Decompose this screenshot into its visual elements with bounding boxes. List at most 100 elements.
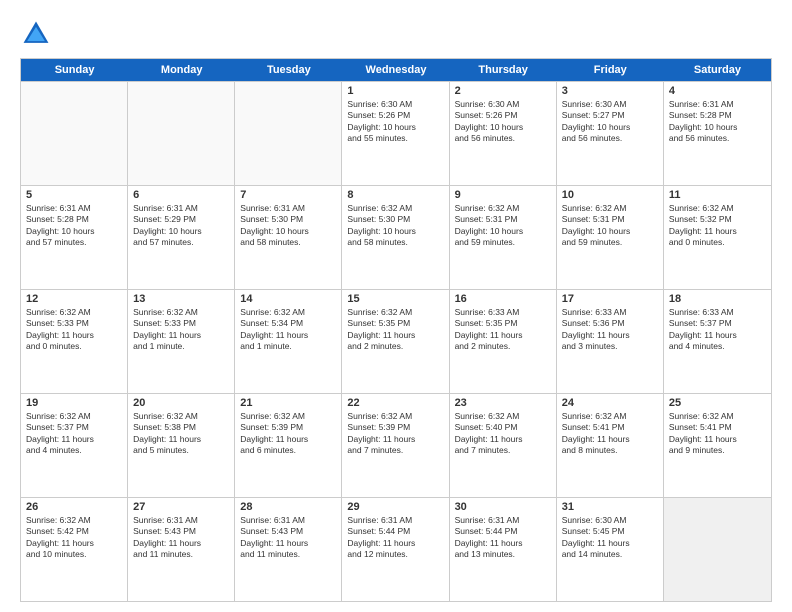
cell-line: and 12 minutes. (347, 549, 443, 560)
cell-line: Sunset: 5:41 PM (562, 422, 658, 433)
cell-line: and 58 minutes. (240, 237, 336, 248)
cell-line: Sunset: 5:44 PM (347, 526, 443, 537)
day-number: 22 (347, 397, 443, 409)
day-number: 25 (669, 397, 766, 409)
cell-line: and 10 minutes. (26, 549, 122, 560)
day-number: 30 (455, 501, 551, 513)
cell-line: Sunset: 5:39 PM (347, 422, 443, 433)
cell-line: Sunset: 5:30 PM (240, 214, 336, 225)
cell-line: Sunrise: 6:31 AM (240, 203, 336, 214)
header-day-friday: Friday (557, 59, 664, 81)
cal-cell-11: 11Sunrise: 6:32 AMSunset: 5:32 PMDayligh… (664, 186, 771, 289)
cell-line: Sunrise: 6:30 AM (562, 99, 658, 110)
cell-line: and 3 minutes. (562, 341, 658, 352)
cell-line: Sunrise: 6:31 AM (240, 515, 336, 526)
cell-line: and 56 minutes. (669, 133, 766, 144)
cell-line: Sunrise: 6:30 AM (562, 515, 658, 526)
cell-line: Sunrise: 6:32 AM (26, 307, 122, 318)
cell-line: Sunset: 5:37 PM (669, 318, 766, 329)
logo-icon (20, 18, 52, 50)
cell-line: Sunset: 5:36 PM (562, 318, 658, 329)
cal-cell-3: 3Sunrise: 6:30 AMSunset: 5:27 PMDaylight… (557, 82, 664, 185)
day-number: 5 (26, 189, 122, 201)
cell-line: Daylight: 11 hours (562, 434, 658, 445)
cell-line: and 56 minutes. (455, 133, 551, 144)
cell-line: Sunrise: 6:31 AM (669, 99, 766, 110)
cal-cell-empty-0-0 (21, 82, 128, 185)
cell-line: Sunrise: 6:32 AM (347, 307, 443, 318)
header-day-sunday: Sunday (21, 59, 128, 81)
cal-cell-5: 5Sunrise: 6:31 AMSunset: 5:28 PMDaylight… (21, 186, 128, 289)
day-number: 14 (240, 293, 336, 305)
cell-line: Sunset: 5:29 PM (133, 214, 229, 225)
cell-line: and 4 minutes. (669, 341, 766, 352)
cal-cell-2: 2Sunrise: 6:30 AMSunset: 5:26 PMDaylight… (450, 82, 557, 185)
page: SundayMondayTuesdayWednesdayThursdayFrid… (0, 0, 792, 612)
cell-line: Daylight: 11 hours (26, 434, 122, 445)
cell-line: and 59 minutes. (455, 237, 551, 248)
cal-cell-26: 26Sunrise: 6:32 AMSunset: 5:42 PMDayligh… (21, 498, 128, 601)
cell-line: Sunset: 5:41 PM (669, 422, 766, 433)
cell-line: and 2 minutes. (347, 341, 443, 352)
header-day-saturday: Saturday (664, 59, 771, 81)
day-number: 11 (669, 189, 766, 201)
calendar-row-1: 1Sunrise: 6:30 AMSunset: 5:26 PMDaylight… (21, 81, 771, 185)
cell-line: Sunset: 5:30 PM (347, 214, 443, 225)
cal-cell-14: 14Sunrise: 6:32 AMSunset: 5:34 PMDayligh… (235, 290, 342, 393)
cell-line: Daylight: 11 hours (133, 434, 229, 445)
calendar-body: 1Sunrise: 6:30 AMSunset: 5:26 PMDaylight… (21, 81, 771, 601)
day-number: 27 (133, 501, 229, 513)
calendar-row-2: 5Sunrise: 6:31 AMSunset: 5:28 PMDaylight… (21, 185, 771, 289)
cell-line: Daylight: 11 hours (347, 538, 443, 549)
cell-line: Sunrise: 6:32 AM (669, 411, 766, 422)
cal-cell-7: 7Sunrise: 6:31 AMSunset: 5:30 PMDaylight… (235, 186, 342, 289)
day-number: 9 (455, 189, 551, 201)
cell-line: and 13 minutes. (455, 549, 551, 560)
cell-line: and 56 minutes. (562, 133, 658, 144)
cell-line: Daylight: 11 hours (669, 330, 766, 341)
cell-line: Sunrise: 6:31 AM (455, 515, 551, 526)
cell-line: Daylight: 11 hours (455, 330, 551, 341)
cell-line: Daylight: 11 hours (455, 434, 551, 445)
cell-line: Sunset: 5:44 PM (455, 526, 551, 537)
cell-line: Sunrise: 6:32 AM (347, 203, 443, 214)
calendar-header: SundayMondayTuesdayWednesdayThursdayFrid… (21, 59, 771, 81)
calendar-row-4: 19Sunrise: 6:32 AMSunset: 5:37 PMDayligh… (21, 393, 771, 497)
cell-line: Sunset: 5:45 PM (562, 526, 658, 537)
logo (20, 18, 56, 50)
cell-line: Sunrise: 6:31 AM (133, 515, 229, 526)
cell-line: Daylight: 11 hours (133, 538, 229, 549)
cell-line: Daylight: 10 hours (26, 226, 122, 237)
cell-line: Sunset: 5:37 PM (26, 422, 122, 433)
cal-cell-17: 17Sunrise: 6:33 AMSunset: 5:36 PMDayligh… (557, 290, 664, 393)
cell-line: Sunset: 5:43 PM (240, 526, 336, 537)
cell-line: Sunrise: 6:30 AM (455, 99, 551, 110)
cal-cell-25: 25 Sunrise: 6:32 AMSunset: 5:41 PMDayligh… (664, 394, 771, 497)
cell-line: and 57 minutes. (133, 237, 229, 248)
cal-cell-20: 20Sunrise: 6:32 AMSunset: 5:38 PMDayligh… (128, 394, 235, 497)
cell-line: and 1 minute. (133, 341, 229, 352)
day-number: 2 (455, 85, 551, 97)
calendar-row-3: 12Sunrise: 6:32 AMSunset: 5:33 PMDayligh… (21, 289, 771, 393)
day-number: 8 (347, 189, 443, 201)
cell-line: Sunset: 5:40 PM (455, 422, 551, 433)
cell-line: Daylight: 11 hours (562, 538, 658, 549)
cell-line: and 58 minutes. (347, 237, 443, 248)
day-number: 23 (455, 397, 551, 409)
cell-line: Sunrise: 6:32 AM (562, 203, 658, 214)
cell-line: Sunset: 5:31 PM (455, 214, 551, 225)
cell-line: Daylight: 11 hours (669, 434, 766, 445)
cell-line: Sunrise: 6:32 AM (455, 203, 551, 214)
cell-line: Sunrise: 6:32 AM (133, 307, 229, 318)
day-number: 17 (562, 293, 658, 305)
cell-line: and 6 minutes. (240, 445, 336, 456)
cell-line: and 7 minutes. (455, 445, 551, 456)
header (20, 18, 772, 50)
cell-line: and 55 minutes. (347, 133, 443, 144)
cal-cell-28: 28Sunrise: 6:31 AMSunset: 5:43 PMDayligh… (235, 498, 342, 601)
cell-line: Daylight: 11 hours (455, 538, 551, 549)
day-number: 3 (562, 85, 658, 97)
day-number: 20 (133, 397, 229, 409)
header-day-thursday: Thursday (450, 59, 557, 81)
cell-line: and 7 minutes. (347, 445, 443, 456)
